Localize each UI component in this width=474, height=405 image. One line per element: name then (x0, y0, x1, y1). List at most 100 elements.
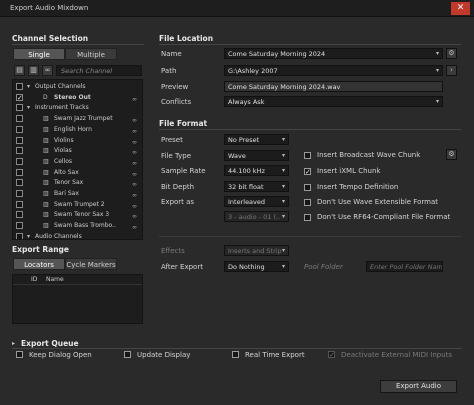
channel-checkbox[interactable] (16, 211, 23, 219)
export-range-list[interactable]: ID Name (12, 274, 143, 324)
channel-checkbox[interactable] (16, 179, 23, 187)
dropdown-icon[interactable]: ▾ (282, 262, 285, 271)
channel-row[interactable]: ▥ English Horn ∞ (13, 124, 142, 135)
instrument-icon: ▥ (43, 200, 49, 208)
tree-group-row[interactable]: ▾ Audio Channels (13, 231, 142, 239)
chevron-right-icon[interactable]: › (446, 65, 457, 76)
dropdown-icon: ▾ (281, 247, 285, 254)
channel-row[interactable]: ✓ D Stereo Out ∞ (13, 92, 142, 103)
expand-icon[interactable]: ▾ (27, 231, 30, 239)
rf64-checkbox[interactable] (304, 214, 311, 221)
gear-icon[interactable]: ⚙ (446, 149, 457, 160)
tab-cycle-markers[interactable]: Cycle Markers (65, 258, 117, 270)
tab-single[interactable]: Single (13, 48, 65, 60)
exportas-select[interactable]: Interleaved ▾ (224, 196, 289, 207)
name-label: Name (161, 50, 182, 58)
channel-row[interactable]: ▥ Alto Sax ∞ (13, 167, 142, 178)
dropdown-icon[interactable]: ▾ (436, 49, 439, 58)
channel-sub-value: 3 - audio - 01 (.. (228, 213, 281, 221)
channel-checkbox[interactable] (16, 157, 23, 165)
stereo-out-icon: D (43, 93, 48, 101)
after-export-select[interactable]: Do Nothing ▾ (224, 261, 289, 272)
exportas-label: Export as (161, 198, 195, 206)
channel-checkbox[interactable] (16, 125, 23, 133)
channel-row[interactable]: ▥ Bari Sax ∞ (13, 188, 142, 199)
tree-group-row[interactable]: ▾ Output Channels (13, 81, 142, 92)
bitdepth-select[interactable]: 32 bit float ▾ (224, 181, 289, 192)
divider (159, 44, 461, 45)
channel-row[interactable]: ▥ Swam Trumpet 2 ∞ (13, 199, 142, 210)
ixml-chunk-checkbox[interactable]: ✓ (304, 168, 311, 176)
channel-row[interactable]: ▥ Swam Jazz Trumpet ∞ (13, 113, 142, 124)
channel-checkbox[interactable] (16, 104, 23, 112)
channel-row[interactable]: ▥ Tenor Sax ∞ (13, 177, 142, 188)
pool-folder-input[interactable]: Enter Pool Folder Name (366, 261, 443, 272)
close-button[interactable]: ✕ (451, 2, 470, 15)
export-audio-button[interactable]: Export Audio (380, 380, 457, 393)
channel-row[interactable]: ▥ Violas ∞ (13, 145, 142, 156)
search-channel-input[interactable]: Search Channel (56, 65, 142, 76)
path-field[interactable]: G:\Ashley 2007 ▾ (224, 65, 443, 76)
broadcast-wave-checkbox[interactable] (304, 152, 311, 159)
real-time-export-checkbox[interactable] (232, 351, 239, 358)
channel-checkbox[interactable] (16, 115, 23, 123)
dropdown-icon[interactable]: ▾ (436, 97, 439, 106)
expand-icon[interactable]: ▾ (27, 102, 30, 113)
dropdown-icon[interactable]: ▾ (282, 182, 285, 191)
update-display-checkbox[interactable] (124, 351, 131, 358)
name-field[interactable]: Come Saturday Morning 2024 ▾ (224, 48, 443, 59)
channel-row[interactable]: ▥ Violins ∞ (13, 135, 142, 146)
folder-icon[interactable]: ▤ (14, 65, 25, 76)
deactivate-midi-label: Deactivate External MIDI Inputs (341, 351, 453, 359)
collapse-all-icon[interactable]: ▥ (28, 65, 39, 76)
samplerate-select[interactable]: 44.100 kHz ▾ (224, 165, 289, 176)
wave-extensible-checkbox[interactable] (304, 199, 311, 206)
gear-icon[interactable]: ⚙ (446, 48, 457, 59)
channel-label: Violins (54, 136, 74, 144)
keep-dialog-open-label: Keep Dialog Open (29, 351, 92, 359)
expand-icon[interactable]: ▾ (27, 81, 30, 92)
dropdown-icon[interactable]: ▾ (282, 166, 285, 175)
dropdown-icon[interactable]: ▾ (282, 135, 285, 144)
dropdown-icon[interactable]: ▾ (436, 66, 439, 75)
channel-row[interactable]: ▥ Swam Bass Trombo.. ∞ (13, 220, 142, 231)
tab-multiple[interactable]: Multiple (65, 48, 117, 60)
channel-checkbox[interactable] (16, 136, 23, 144)
conflicts-value: Always Ask (228, 98, 265, 106)
link-icon[interactable]: ∞ (42, 65, 53, 76)
dropdown-icon[interactable]: ▾ (282, 151, 285, 160)
channel-row[interactable]: ▥ Swam Tenor Sax 3 ∞ (13, 209, 142, 220)
pool-folder-label: Pool Folder (304, 263, 343, 271)
filetype-value: Wave (228, 152, 246, 160)
channel-row[interactable]: ▥ Cellos ∞ (13, 156, 142, 167)
channel-checkbox[interactable] (16, 147, 23, 155)
tree-group-row[interactable]: ▾ Instrument Tracks (13, 102, 142, 113)
channel-checkbox[interactable] (16, 222, 23, 230)
channel-checkbox[interactable]: ✓ (16, 93, 23, 101)
samplerate-value: 44.100 kHz (228, 167, 265, 175)
channel-checkbox[interactable] (16, 168, 23, 176)
ixml-chunk-label: Insert iXML Chunk (317, 167, 381, 175)
rf64-label: Don't Use RF64-Compliant File Format (317, 213, 451, 221)
keep-dialog-open-checkbox[interactable] (16, 351, 23, 358)
instrument-icon: ▥ (43, 115, 49, 123)
after-export-label: After Export (161, 263, 203, 271)
channel-sub-select: 3 - audio - 01 (.. ▾ (224, 211, 289, 222)
channel-label: Tenor Sax (54, 179, 84, 187)
exportas-value: Interleaved (228, 198, 266, 206)
channel-label: Cellos (54, 157, 73, 165)
preset-select[interactable]: No Preset ▾ (224, 134, 289, 145)
channel-checkbox[interactable] (16, 190, 23, 197)
filetype-select[interactable]: Wave ▾ (224, 150, 289, 161)
tempo-definition-checkbox[interactable] (304, 184, 311, 191)
effects-label: Effects (161, 247, 185, 255)
channel-checkbox[interactable] (16, 83, 23, 90)
tab-locators[interactable]: Locators (13, 258, 65, 270)
bitdepth-label: Bit Depth (161, 183, 195, 191)
channel-checkbox[interactable] (16, 232, 23, 239)
channel-checkbox[interactable] (16, 200, 23, 208)
dropdown-icon[interactable]: ▾ (282, 197, 285, 206)
collapse-icon[interactable]: ▸ (12, 340, 15, 347)
channel-selection-title: Channel Selection (12, 34, 89, 43)
conflicts-select[interactable]: Always Ask ▾ (224, 96, 443, 107)
